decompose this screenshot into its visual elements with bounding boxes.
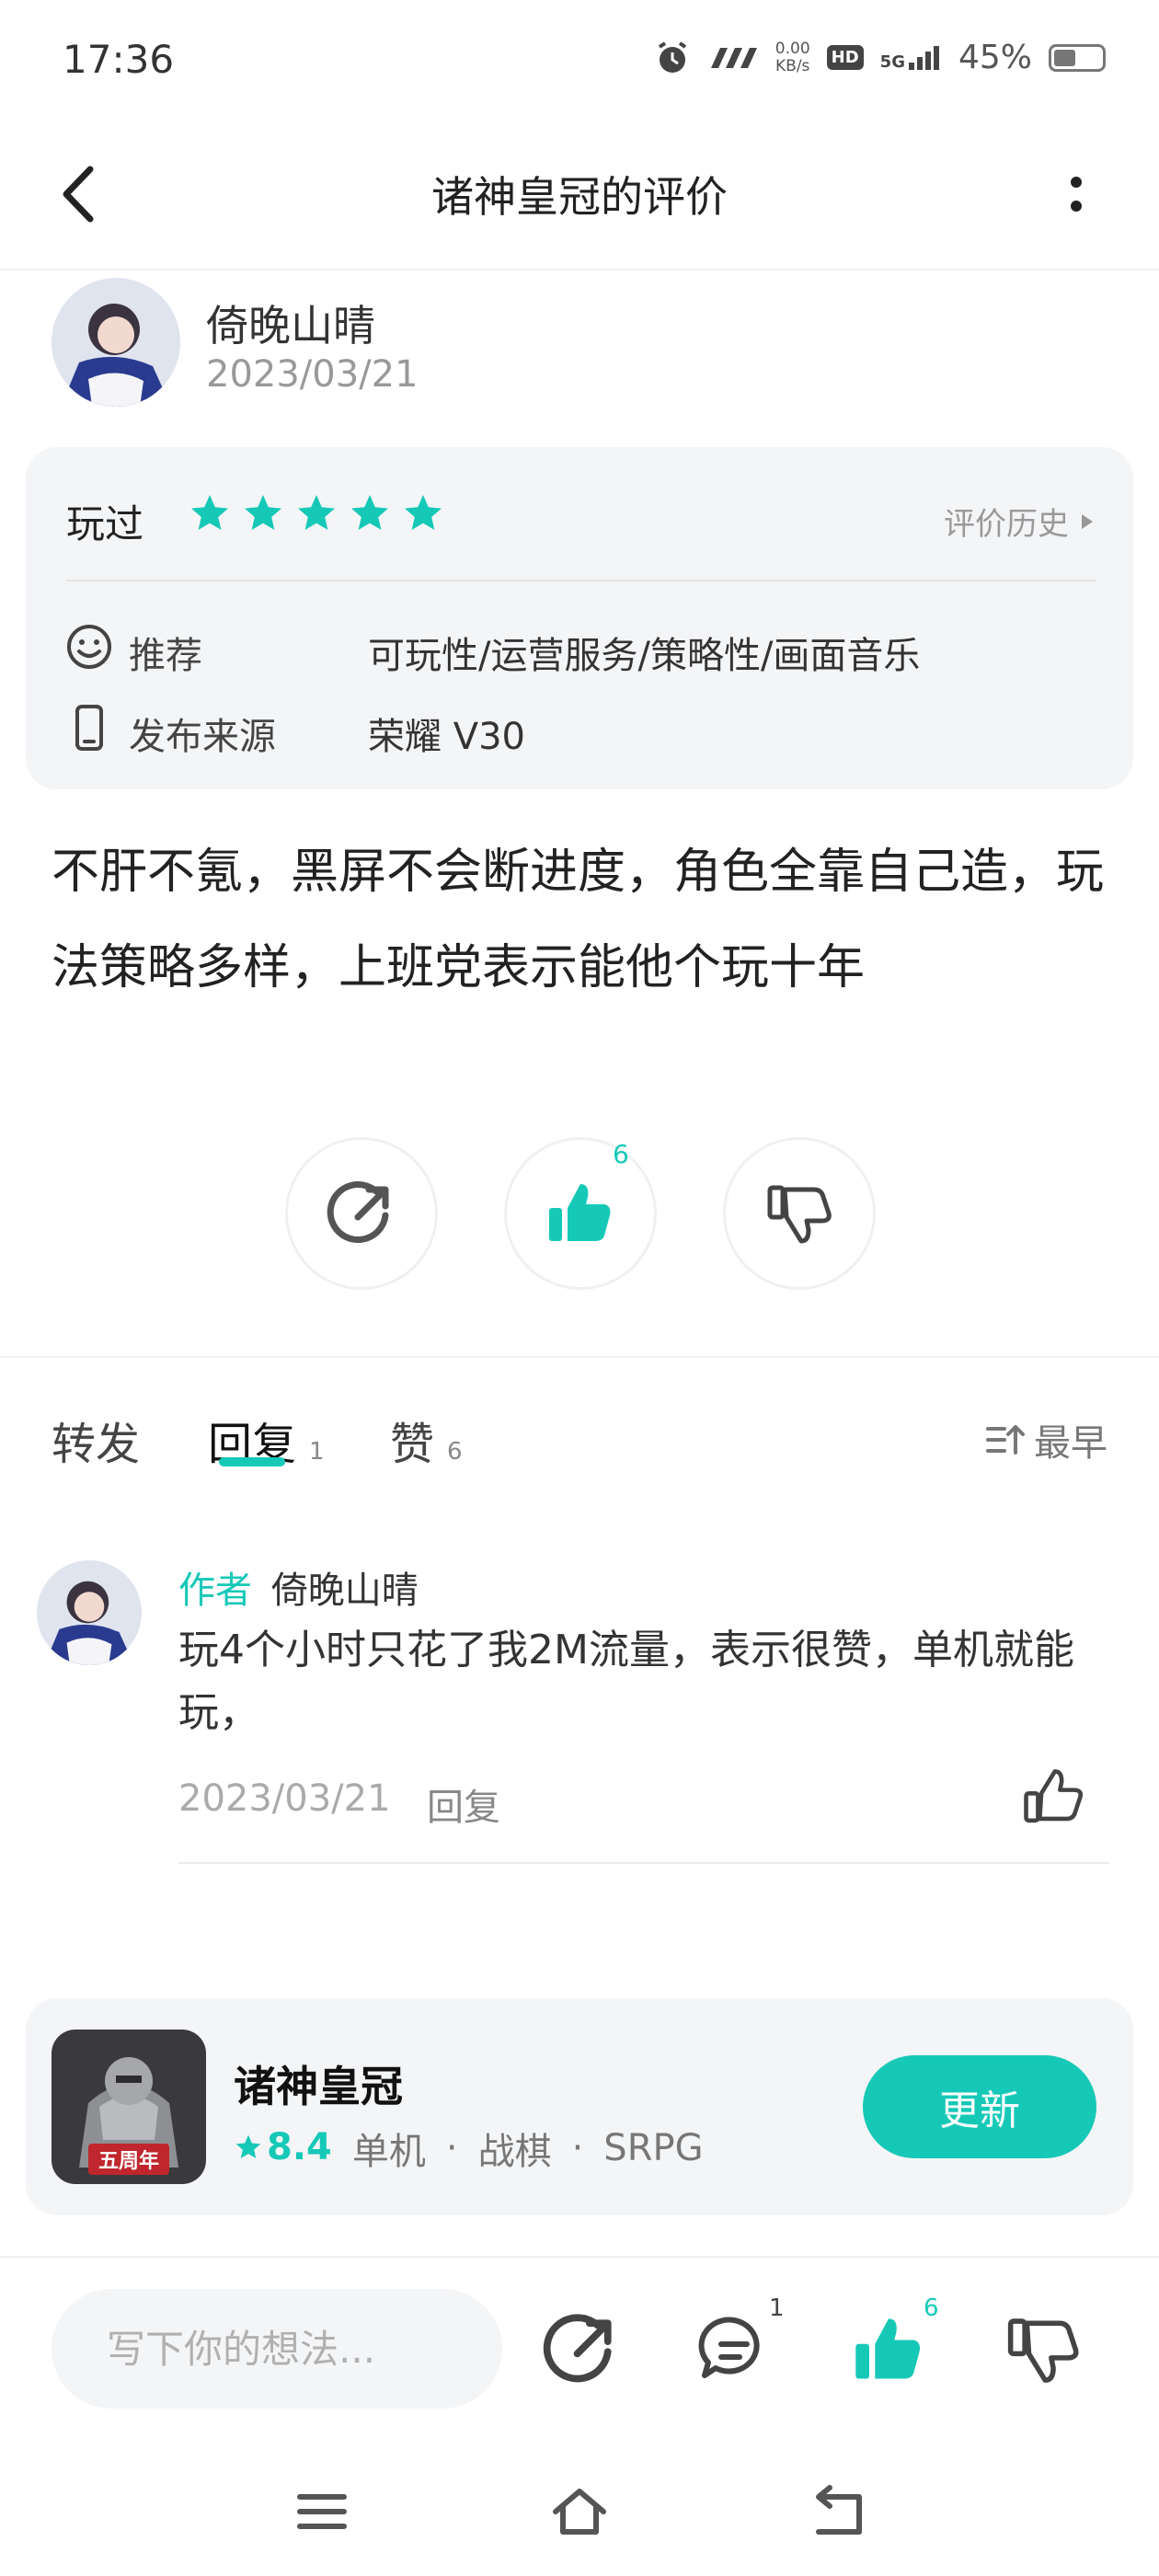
star-icon [191, 495, 228, 530]
alarm-icon [658, 40, 686, 73]
update-button[interactable]: 更新 [863, 2055, 1096, 2158]
phone-icon [64, 703, 114, 753]
cell-signal-icon: 5G [880, 44, 942, 72]
like-count: 6 [613, 1139, 629, 1169]
review-date: 2023/03/21 [206, 353, 419, 396]
bottom-like-count: 6 [924, 2294, 939, 2322]
review-history-label: 评价历史 [944, 506, 1069, 543]
battery-fill [1054, 49, 1075, 66]
star-icon [235, 2134, 261, 2158]
home-nav-button[interactable] [550, 2484, 609, 2539]
share-icon [327, 1181, 389, 1243]
source-label: 发布来源 [129, 716, 276, 758]
star-icon [351, 495, 388, 530]
status-icons: 0.00 KB/s HD 5G 45% [654, 39, 1106, 76]
sort-label: 最早 [1034, 1422, 1107, 1465]
more-vertical-icon [1071, 177, 1082, 212]
tag-separator: · [445, 2127, 458, 2169]
thumbs-down-icon [767, 1185, 832, 1244]
author-avatar[interactable] [52, 278, 180, 407]
bottom-divider [0, 2256, 1159, 2258]
author-tag: 作者 [178, 1570, 252, 1612]
share-button[interactable] [285, 1137, 438, 1290]
tab-likes[interactable]: 赞6 [390, 1408, 463, 1472]
reply-author-name[interactable]: 倚晚山晴 [271, 1570, 419, 1612]
thumbs-down-icon [1007, 2318, 1079, 2383]
game-tag: SRPG [603, 2127, 704, 2169]
battery-percent: 45% [958, 39, 1032, 76]
bottom-comment-button[interactable] [695, 2311, 773, 2388]
sort-icon [986, 1425, 1025, 1455]
source-value: 荣耀 V30 [368, 716, 525, 758]
reply-divider [178, 1862, 1109, 1864]
thumbs-up-filled-icon [855, 2318, 921, 2379]
reply-avatar[interactable] [37, 1560, 142, 1665]
game-score: 8.4 [234, 2126, 332, 2171]
author-name[interactable]: 倚晚山晴 [206, 293, 375, 353]
like-button[interactable] [504, 1137, 657, 1290]
back-nav-button[interactable] [809, 2484, 868, 2539]
section-divider [0, 1356, 1159, 1358]
bottom-like-button[interactable] [850, 2311, 927, 2388]
star-icon [298, 495, 335, 530]
reply-text: 玩4个小时只花了我2M流量，表示很赞，单机就能玩， [178, 1627, 1074, 1736]
menu-icon [297, 2494, 347, 2529]
review-history-link[interactable]: 评价历史 [944, 499, 1095, 544]
bottom-comment-count: 1 [769, 2294, 785, 2322]
reply-header: 作者 倚晚山晴 [178, 1560, 419, 1614]
tab-likes-count: 6 [447, 1438, 463, 1466]
bottom-share-button[interactable] [543, 2311, 620, 2388]
game-tag: 单机 [351, 2131, 426, 2173]
tab-forward[interactable]: 转发 [52, 1408, 140, 1472]
more-button[interactable] [1058, 169, 1095, 221]
tab-likes-label: 赞 [390, 1419, 435, 1470]
thumbs-up-filled-icon [549, 1184, 611, 1241]
bottom-dislike-button[interactable] [1004, 2311, 1082, 2388]
reply-date: 2023/03/21 [178, 1777, 391, 1820]
sort-button[interactable]: 最早 [984, 1413, 1107, 1466]
thumbs-up-icon [1024, 1769, 1084, 1823]
net-speed: 0.00 KB/s [775, 40, 810, 75]
network-type: 5G [879, 52, 905, 72]
game-tag: 战棋 [477, 2131, 552, 2173]
game-icon-badge: 五周年 [98, 2149, 159, 2173]
game-name[interactable]: 诸神皇冠 [234, 2053, 403, 2114]
share-icon [543, 2314, 612, 2383]
smile-icon [64, 622, 114, 672]
battery-icon [1049, 43, 1106, 72]
tab-reply-count: 1 [309, 1438, 325, 1466]
card-divider [66, 580, 1096, 581]
rating-stars [188, 491, 445, 535]
review-text: 不肝不氪，黑屏不会断进度，角色全靠自己造，玩法策略多样，上班党表示能他个玩十年 [52, 845, 1105, 995]
home-icon [553, 2489, 606, 2535]
comment-input[interactable] [52, 2289, 502, 2409]
signal-speed-icon [710, 47, 757, 68]
header-divider [0, 269, 1159, 270]
game-score-value: 8.4 [267, 2125, 332, 2168]
net-speed-value: 0.00 [775, 39, 810, 58]
triangle-right-icon [1082, 513, 1093, 529]
tag-separator: · [571, 2127, 584, 2169]
recommend-label: 推荐 [129, 635, 202, 677]
tab-active-indicator [219, 1457, 285, 1466]
reply-button[interactable]: 回复 [427, 1777, 500, 1831]
reply-like-button[interactable] [1021, 1765, 1085, 1829]
comment-icon [698, 2317, 760, 2378]
status-time: 17:36 [63, 37, 175, 82]
game-meta: 8.4 单机 · 战棋 · SRPG [234, 2122, 704, 2175]
return-icon [816, 2485, 862, 2535]
star-icon [405, 495, 442, 530]
net-speed-unit: KB/s [775, 56, 810, 75]
hd-badge: HD [826, 45, 864, 70]
star-icon [245, 495, 281, 530]
game-icon[interactable]: 五周年 [52, 2030, 206, 2184]
played-label: 玩过 [66, 501, 144, 546]
page-title: 诸神皇冠的评价 [431, 172, 728, 222]
dislike-button[interactable] [723, 1137, 876, 1290]
recommend-value: 可玩性/运营服务/策略性/画面音乐 [368, 635, 921, 677]
menu-nav-button[interactable] [293, 2484, 351, 2539]
